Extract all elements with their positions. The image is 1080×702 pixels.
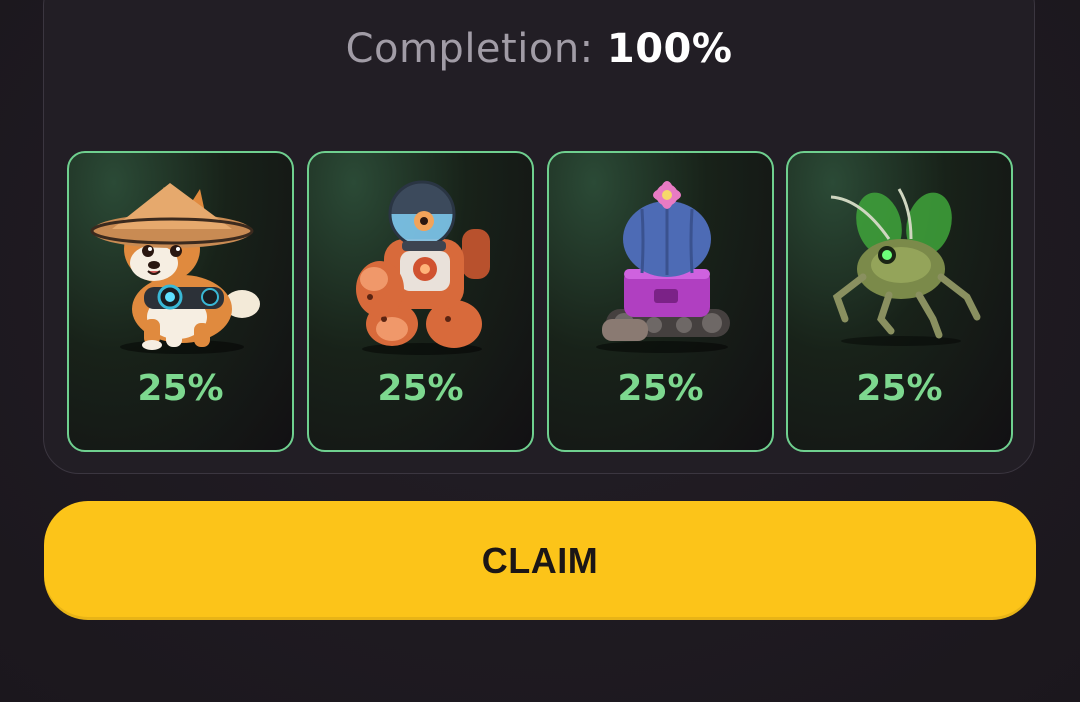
completion-text: Completion: 100%: [44, 26, 1034, 72]
card-percent: 25%: [137, 368, 224, 409]
card-percent: 25%: [856, 368, 943, 409]
collectible-card-robot[interactable]: 25%: [307, 151, 534, 452]
page: Completion: 100% 25% 25% 25% 25% CLAIM: [0, 0, 1080, 702]
shiba-character-image: [90, 183, 260, 354]
bug-character-image: [830, 188, 981, 346]
completion-label: Completion:: [345, 26, 594, 72]
cactus-character-image: [596, 181, 730, 353]
claim-button[interactable]: CLAIM: [44, 501, 1036, 620]
card-percent: 25%: [377, 368, 464, 409]
card-percent: 25%: [617, 368, 704, 409]
collectible-card-cactus[interactable]: 25%: [547, 151, 774, 452]
collectible-card-bug[interactable]: 25%: [786, 151, 1013, 452]
completion-value: 100%: [606, 26, 733, 72]
robot-character-image: [356, 180, 490, 355]
collectible-card-shiba[interactable]: 25%: [67, 151, 294, 452]
